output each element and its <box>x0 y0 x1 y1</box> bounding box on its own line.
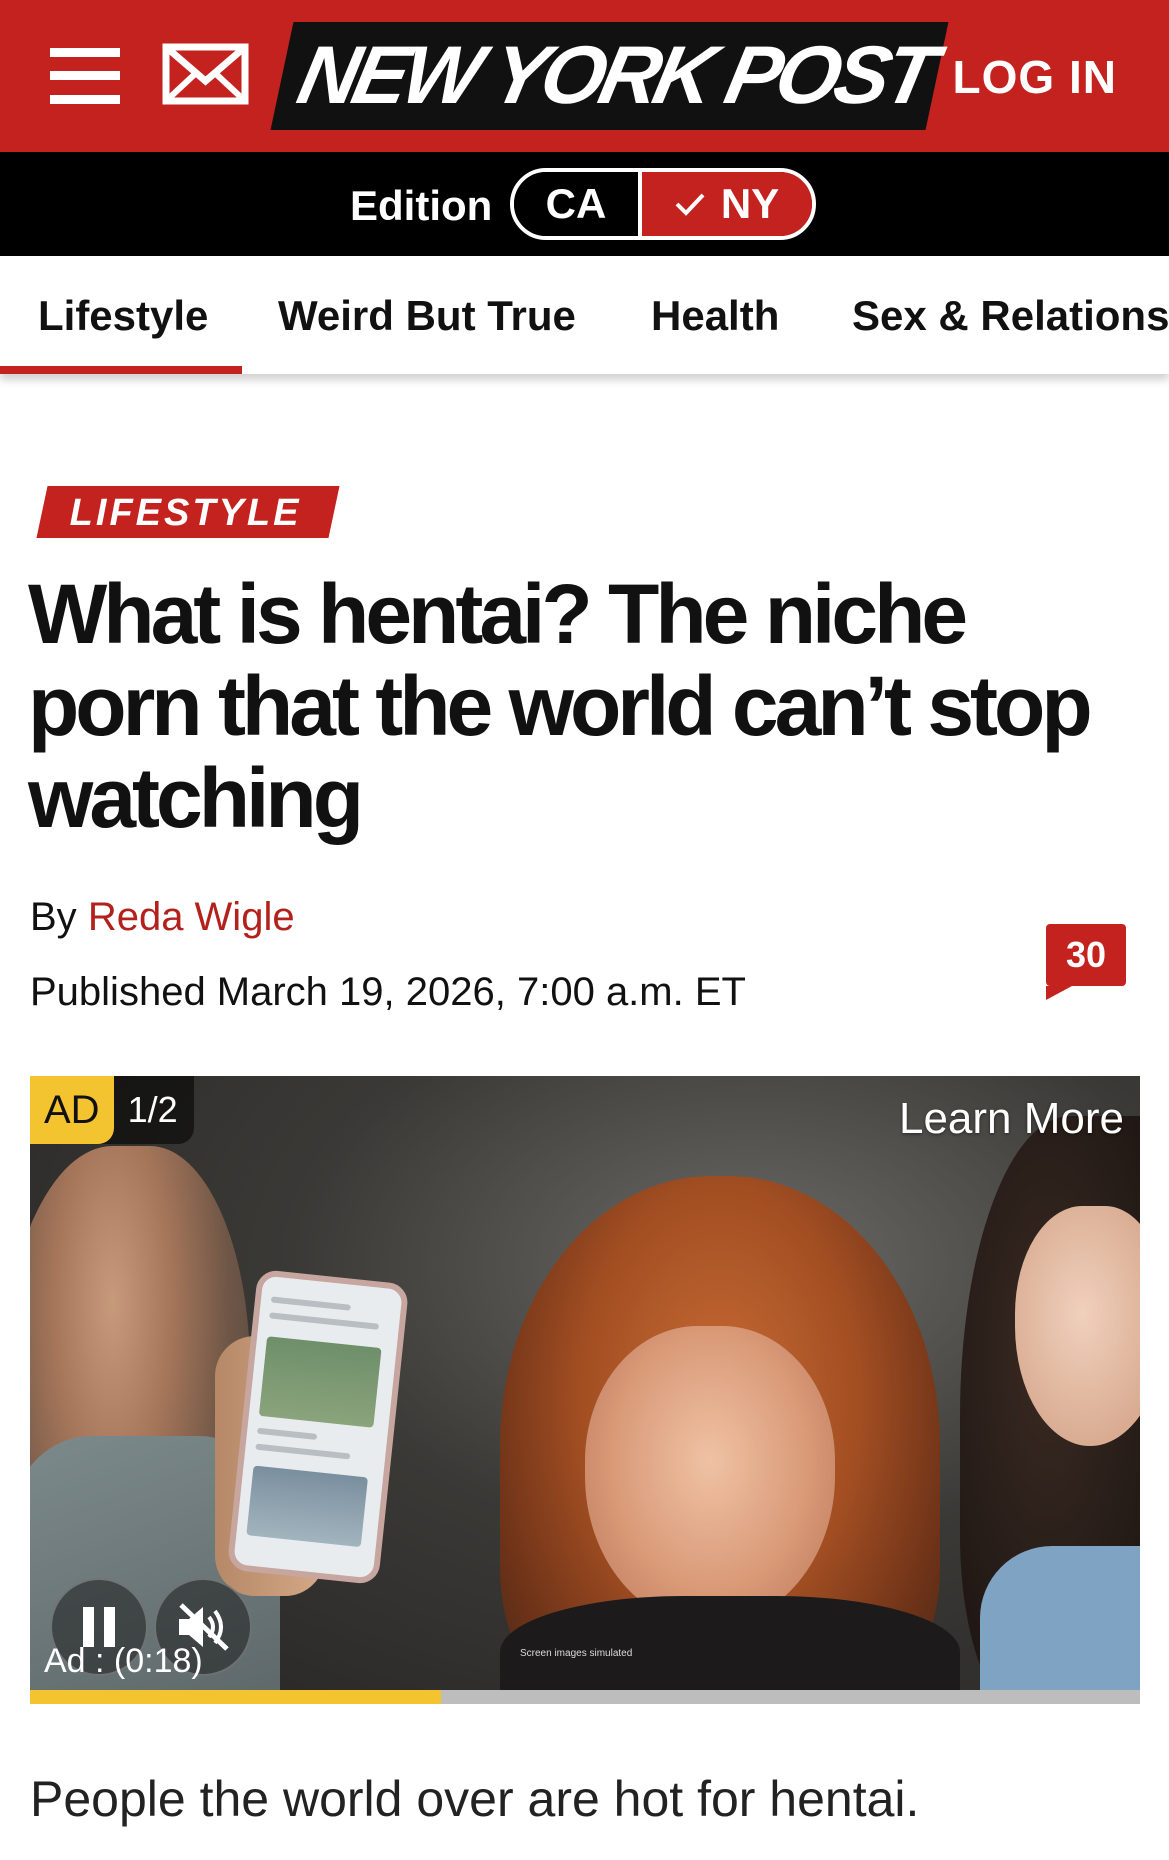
site-logo[interactable]: NEW YORK POST <box>270 22 949 130</box>
category-tag[interactable]: LIFESTYLE <box>36 486 340 538</box>
ad-scene-woman-face <box>585 1326 835 1626</box>
ad-label: AD <box>30 1076 114 1144</box>
learn-more-link[interactable]: Learn More <box>899 1094 1124 1144</box>
ad-time: Ad : (0:18) <box>44 1642 203 1680</box>
checkmark-icon <box>675 193 705 216</box>
nav-item-weird-but-true[interactable]: Weird But True <box>278 292 576 340</box>
ad-progress-bar <box>30 1690 1140 1704</box>
edition-option-ny-label: NY <box>720 180 780 227</box>
hamburger-menu-icon[interactable] <box>50 48 120 104</box>
ad-progress-fill <box>30 1690 441 1704</box>
comment-count: 30 <box>1065 934 1107 975</box>
edition-toggle: CA NY <box>510 168 816 240</box>
speech-bubble-tail <box>1046 986 1072 1000</box>
ad-badge: AD 1/2 <box>30 1076 194 1144</box>
edition-label: Edition <box>350 182 493 229</box>
nav-item-health[interactable]: Health <box>651 292 779 340</box>
login-button[interactable]: LOG IN <box>953 50 1117 104</box>
ad-index: 1/2 <box>127 1089 178 1130</box>
byline: By Reda Wigle <box>30 895 295 940</box>
article-first-paragraph: People the world over are hot for hentai… <box>30 1771 920 1827</box>
edition-option-ny[interactable]: NY <box>638 172 812 236</box>
comment-count-button[interactable]: 30 <box>1046 924 1126 1000</box>
envelope-icon[interactable] <box>162 43 249 105</box>
edition-option-ca-label: CA <box>545 180 607 227</box>
nav-item-lifestyle[interactable]: Lifestyle <box>38 292 208 340</box>
ad-scene-phone <box>226 1268 410 1586</box>
byline-prefix: By <box>30 895 77 939</box>
site-header: NEW YORK POST LOG IN <box>0 0 1169 152</box>
author-link[interactable]: Reda Wigle <box>88 895 295 939</box>
section-nav: Lifestyle Weird But True Health Sex & Re… <box>0 256 1169 374</box>
published-date: Published March 19, 2026, 7:00 a.m. ET <box>30 970 746 1014</box>
ad-scene-girl-shirt <box>980 1546 1140 1704</box>
nav-item-sex-relationships[interactable]: Sex & Relationships <box>852 292 1169 340</box>
edition-bar: Edition CA NY <box>0 152 1169 256</box>
edition-option-ca[interactable]: CA <box>514 172 638 236</box>
video-ad-player[interactable]: AD 1/2 Learn More Ad : (0:18) Screen ima… <box>30 1076 1140 1704</box>
logo-text: NEW YORK POST <box>290 30 941 121</box>
category-label: LIFESTYLE <box>69 492 302 534</box>
article-headline: What is hentai? The niche porn that the … <box>28 567 1093 845</box>
screen-note: Screen images simulated <box>520 1648 633 1659</box>
nav-active-underline <box>0 366 242 374</box>
